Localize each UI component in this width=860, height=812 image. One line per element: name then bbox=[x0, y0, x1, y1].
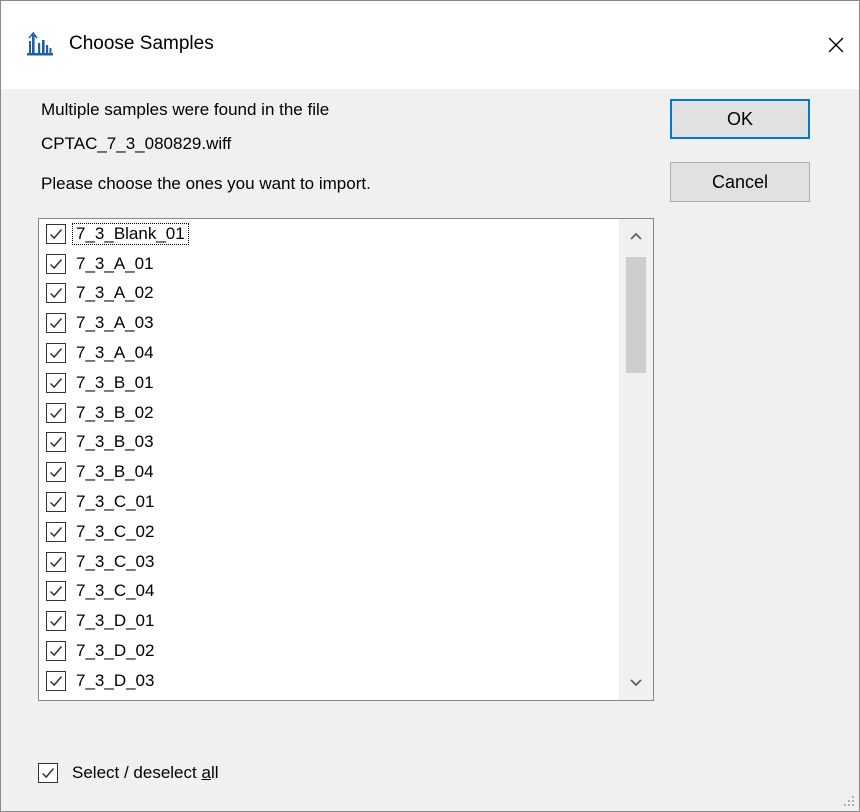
sample-label: 7_3_A_04 bbox=[76, 343, 154, 363]
sample-list-item[interactable]: 7_3_Blank_01 bbox=[39, 219, 619, 249]
window-title: Choose Samples bbox=[69, 33, 214, 54]
sample-checkbox[interactable] bbox=[46, 372, 66, 393]
sample-checkbox[interactable] bbox=[46, 492, 66, 513]
sample-label: 7_3_B_03 bbox=[76, 432, 154, 452]
sample-checkbox[interactable] bbox=[46, 402, 66, 423]
sample-list-item[interactable]: 7_3_B_01 bbox=[39, 368, 619, 398]
checkmark-icon bbox=[49, 407, 63, 418]
scroll-up-button[interactable] bbox=[619, 219, 653, 253]
sample-checkbox[interactable] bbox=[46, 343, 66, 364]
sample-list-item[interactable]: 7_3_B_03 bbox=[39, 428, 619, 458]
checkmark-icon bbox=[41, 768, 55, 779]
sample-checkbox[interactable] bbox=[46, 670, 66, 691]
sample-list-item[interactable]: 7_3_A_03 bbox=[39, 308, 619, 338]
sample-list-item[interactable]: 7_3_A_04 bbox=[39, 338, 619, 368]
checkmark-icon bbox=[49, 467, 63, 478]
sample-label: 7_3_D_03 bbox=[76, 670, 155, 690]
sample-list-item[interactable]: 7_3_A_01 bbox=[39, 249, 619, 279]
ok-button[interactable]: OK bbox=[670, 99, 810, 139]
sample-items: 7_3_Blank_01 7_3_A_01 7_3_A_02 7_3_A_03 7_3_… bbox=[39, 219, 619, 696]
choose-samples-dialog: Choose Samples Multiple samples were fou… bbox=[0, 0, 860, 812]
vertical-scrollbar[interactable] bbox=[619, 219, 653, 700]
sample-list-item[interactable]: 7_3_B_02 bbox=[39, 398, 619, 428]
sample-label: 7_3_C_03 bbox=[76, 551, 155, 571]
message-file-name: CPTAC_7_3_080829.wiff bbox=[41, 134, 232, 153]
sample-label: 7_3_D_01 bbox=[76, 611, 155, 631]
sample-list-item[interactable]: 7_3_D_02 bbox=[39, 636, 619, 666]
sample-list-item[interactable]: 7_3_C_04 bbox=[39, 577, 619, 607]
checkmark-icon bbox=[49, 288, 63, 299]
sample-label: 7_3_C_01 bbox=[76, 492, 155, 512]
sample-checkbox[interactable] bbox=[46, 313, 66, 334]
sample-list-item[interactable]: 7_3_D_01 bbox=[39, 606, 619, 636]
sample-checkbox[interactable] bbox=[46, 611, 66, 632]
sample-checkbox[interactable] bbox=[46, 521, 66, 542]
scroll-down-button[interactable] bbox=[619, 666, 653, 700]
sample-label: 7_3_Blank_01 bbox=[72, 222, 189, 245]
sample-checkbox[interactable] bbox=[46, 641, 66, 662]
sample-checkbox[interactable] bbox=[46, 581, 66, 602]
sample-label: 7_3_B_01 bbox=[76, 372, 154, 392]
sample-checkbox[interactable] bbox=[46, 223, 66, 244]
sample-checkbox[interactable] bbox=[46, 462, 66, 483]
samples-checklist[interactable]: 7_3_Blank_01 7_3_A_01 7_3_A_02 7_3_A_03 7_3_… bbox=[38, 218, 654, 701]
sample-list-item[interactable]: 7_3_C_02 bbox=[39, 517, 619, 547]
select-all-label: Select / deselect all bbox=[72, 763, 219, 782]
close-button[interactable] bbox=[813, 1, 859, 89]
sample-list-item[interactable]: 7_3_A_02 bbox=[39, 279, 619, 309]
select-all-check-box[interactable] bbox=[38, 763, 58, 783]
sample-label: 7_3_B_02 bbox=[76, 402, 154, 422]
sample-list-item[interactable]: 7_3_D_03 bbox=[39, 666, 619, 696]
checkmark-icon bbox=[49, 258, 63, 269]
checkmark-icon bbox=[49, 526, 63, 537]
close-icon bbox=[828, 37, 844, 53]
select-all-checkbox[interactable]: Select / deselect all bbox=[38, 763, 219, 783]
checkmark-icon bbox=[49, 318, 63, 329]
checkmark-icon bbox=[49, 437, 63, 448]
checkmark-icon bbox=[49, 646, 63, 657]
checkmark-icon bbox=[49, 497, 63, 508]
title-bar[interactable]: Choose Samples bbox=[1, 1, 859, 89]
message-line-3: Please choose the ones you want to impor… bbox=[41, 174, 371, 193]
checkmark-icon bbox=[49, 377, 63, 388]
chevron-down-icon bbox=[630, 679, 642, 687]
sample-label: 7_3_A_01 bbox=[76, 253, 154, 273]
checkmark-icon bbox=[49, 348, 63, 359]
sample-checkbox[interactable] bbox=[46, 283, 66, 304]
checkmark-icon bbox=[49, 228, 63, 239]
checkmark-icon bbox=[49, 616, 63, 627]
sample-checkbox[interactable] bbox=[46, 432, 66, 453]
scroll-thumb[interactable] bbox=[626, 257, 646, 373]
checkmark-icon bbox=[49, 586, 63, 597]
resize-grip-icon[interactable] bbox=[841, 793, 855, 807]
skyline-app-icon bbox=[27, 31, 53, 56]
cancel-button[interactable]: Cancel bbox=[670, 162, 810, 202]
sample-label: 7_3_C_02 bbox=[76, 521, 155, 541]
checkmark-icon bbox=[49, 675, 63, 686]
sample-checkbox[interactable] bbox=[46, 253, 66, 274]
sample-label: 7_3_D_02 bbox=[76, 641, 155, 661]
sample-label: 7_3_B_04 bbox=[76, 462, 154, 482]
sample-list-item[interactable]: 7_3_C_03 bbox=[39, 547, 619, 577]
sample-list-item[interactable]: 7_3_B_04 bbox=[39, 457, 619, 487]
sample-label: 7_3_A_02 bbox=[76, 283, 154, 303]
message-line-1: Multiple samples were found in the file bbox=[41, 100, 330, 119]
sample-label: 7_3_C_04 bbox=[76, 581, 155, 601]
sample-list-item[interactable]: 7_3_C_01 bbox=[39, 487, 619, 517]
chevron-up-icon bbox=[630, 232, 642, 240]
checkmark-icon bbox=[49, 556, 63, 567]
sample-label: 7_3_A_03 bbox=[76, 313, 154, 333]
sample-checkbox[interactable] bbox=[46, 551, 66, 572]
